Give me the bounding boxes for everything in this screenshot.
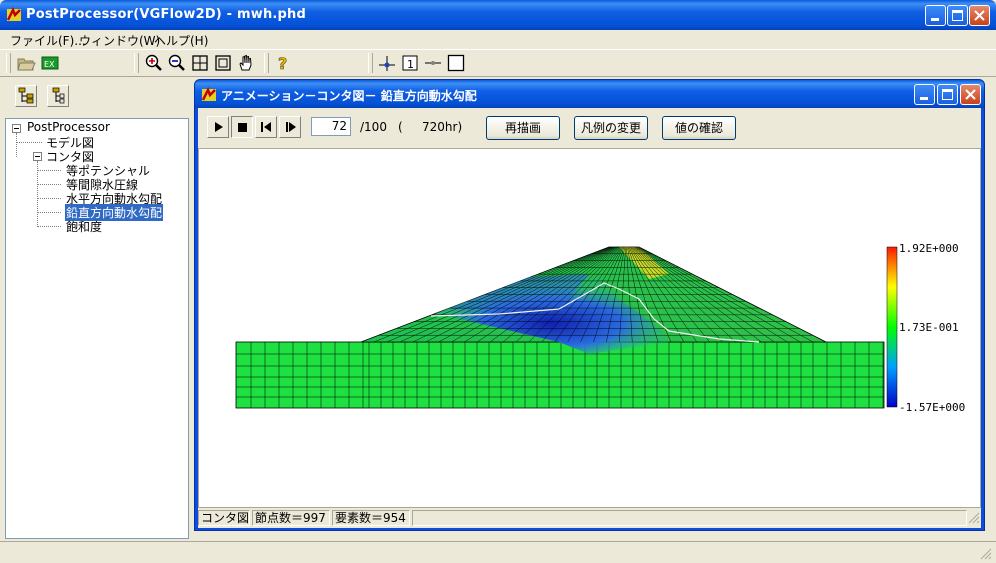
play-icon — [215, 122, 223, 132]
menubar: ファイル(F)... ウィンドウ(W) ヘルプ(H) — [0, 30, 996, 49]
redraw-button[interactable]: 再描画 — [486, 116, 560, 140]
zoom-out-button[interactable] — [167, 53, 187, 73]
animation-toolbar: 72 /100 ( 720hr) 再描画 凡例の変更 値の確認 — [198, 108, 981, 148]
time-open-paren: ( — [398, 120, 403, 134]
help-icon: ? — [278, 54, 288, 73]
pan-button[interactable] — [236, 53, 256, 73]
frame-button[interactable] — [446, 53, 466, 73]
tree-expander-contour[interactable] — [33, 152, 42, 161]
close-icon — [974, 10, 985, 21]
menu-window[interactable]: ウィンドウ(W) — [79, 32, 160, 49]
time-label: 720hr) — [422, 120, 463, 134]
child-titlebar[interactable]: アニメーション－コンタ図－ 鉛直方向動水勾配 — [195, 80, 984, 108]
child-app-icon — [201, 87, 216, 101]
svg-text:1: 1 — [407, 58, 414, 71]
status-node-count: 節点数＝997 — [252, 510, 330, 526]
child-title: アニメーション－コンタ図－ 鉛直方向動水勾配 — [221, 89, 477, 103]
zoom-window-icon — [215, 55, 231, 71]
minimize-icon — [931, 18, 939, 21]
number-box-icon: 1 — [402, 55, 418, 71]
node-button[interactable] — [377, 53, 397, 73]
resize-grip-icon[interactable] — [968, 512, 980, 524]
open-folder-button[interactable] — [16, 53, 36, 73]
main-titlebar[interactable]: PostProcessor(VGFlow2D) - mwh.phd — [0, 0, 996, 30]
legend-max-label: 1.92E+000 — [899, 242, 959, 255]
fit-all-icon — [192, 55, 208, 71]
legend-mid-label: 1.73E-001 — [899, 321, 959, 334]
menu-help[interactable]: ヘルプ(H) — [154, 32, 208, 49]
hand-icon — [239, 54, 252, 71]
change-legend-button[interactable]: 凡例の変更 — [574, 116, 648, 140]
window-title: PostProcessor(VGFlow2D) - mwh.phd — [26, 7, 307, 22]
maximize-icon — [952, 10, 963, 21]
svg-text:?: ? — [278, 54, 287, 73]
tree-collapse-icon — [52, 87, 65, 104]
fit-all-button[interactable] — [190, 53, 210, 73]
legend-min-label: -1.57E+000 — [899, 401, 965, 414]
step-forward-icon — [286, 122, 296, 132]
step-forward-button[interactable] — [279, 116, 301, 138]
close-button[interactable] — [969, 5, 990, 26]
child-statusbar: コンタ図 節点数＝997 要素数＝954 — [198, 508, 981, 528]
child-minimize-button[interactable] — [914, 84, 935, 105]
collapse-tree-button[interactable] — [47, 85, 69, 107]
line-node-button[interactable] — [423, 53, 443, 73]
legend-colorbar — [886, 246, 898, 408]
child-maximize-button[interactable] — [937, 84, 958, 105]
minimize-button[interactable] — [925, 5, 946, 26]
maximize-icon — [942, 89, 953, 100]
square-icon — [447, 54, 465, 72]
expand-tree-button[interactable] — [15, 85, 37, 107]
folder-open-icon — [17, 58, 36, 71]
exit-icon: EX — [41, 56, 59, 70]
stop-icon — [238, 123, 247, 132]
main-statusbar — [0, 541, 996, 563]
toolbar-grip-4[interactable] — [368, 53, 373, 73]
help-button[interactable]: ? — [274, 53, 294, 73]
foundation-layer — [235, 341, 885, 409]
child-close-button[interactable] — [960, 84, 981, 105]
zoom-in-button[interactable] — [144, 53, 164, 73]
svg-text:EX: EX — [44, 60, 55, 69]
exit-button[interactable]: EX — [40, 53, 60, 73]
zoom-out-icon — [168, 54, 185, 71]
tree-expand-icon — [18, 87, 34, 104]
step-back-icon — [261, 122, 271, 132]
toolbar-grip-2[interactable] — [134, 53, 139, 73]
tree-view[interactable]: PostProcessor モデル図 コンタ図 等ポテンシャル 等間隙水圧線 水… — [5, 118, 189, 539]
close-icon — [965, 89, 976, 100]
line-node-icon — [425, 61, 441, 65]
child-body: 72 /100 ( 720hr) 再描画 凡例の変更 値の確認 1.92E+00… — [198, 108, 981, 528]
minimize-icon — [920, 97, 928, 100]
step-back-button[interactable] — [255, 116, 277, 138]
toolbar-grip[interactable] — [6, 53, 11, 73]
status-empty-panel — [412, 510, 967, 526]
element-number-button[interactable]: 1 — [400, 53, 420, 73]
tree-node-root[interactable]: PostProcessor — [27, 120, 110, 134]
node-icon — [379, 56, 395, 71]
toolbar-grip-3[interactable] — [264, 53, 269, 73]
main-toolbar: EX ? 1 — [0, 49, 996, 77]
contour-plot[interactable]: 1.92E+000 1.73E-001 -1.57E+000 — [199, 149, 980, 507]
maximize-button[interactable] — [947, 5, 968, 26]
status-element-count: 要素数＝954 — [332, 510, 410, 526]
app-icon — [6, 7, 21, 21]
animation-child-window: アニメーション－コンタ図－ 鉛直方向動水勾配 72 /100 (720hr) … — [194, 79, 985, 531]
tree-node-saturation[interactable]: 飽和度 — [66, 218, 102, 235]
menu-file[interactable]: ファイル(F)... — [10, 32, 86, 49]
stop-button[interactable] — [231, 116, 253, 138]
frame-input[interactable]: 72 — [311, 117, 351, 136]
tree-expander-root[interactable] — [12, 124, 21, 133]
frame-total-label: /100 — [360, 120, 387, 134]
zoom-in-icon — [145, 54, 162, 71]
check-values-button[interactable]: 値の確認 — [662, 116, 736, 140]
zoom-window-button[interactable] — [213, 53, 233, 73]
status-mode: コンタ図 — [198, 510, 250, 526]
contour-canvas[interactable]: 1.92E+000 1.73E-001 -1.57E+000 — [198, 148, 981, 508]
play-button[interactable] — [207, 116, 229, 138]
main-resize-grip-icon[interactable] — [980, 548, 992, 560]
